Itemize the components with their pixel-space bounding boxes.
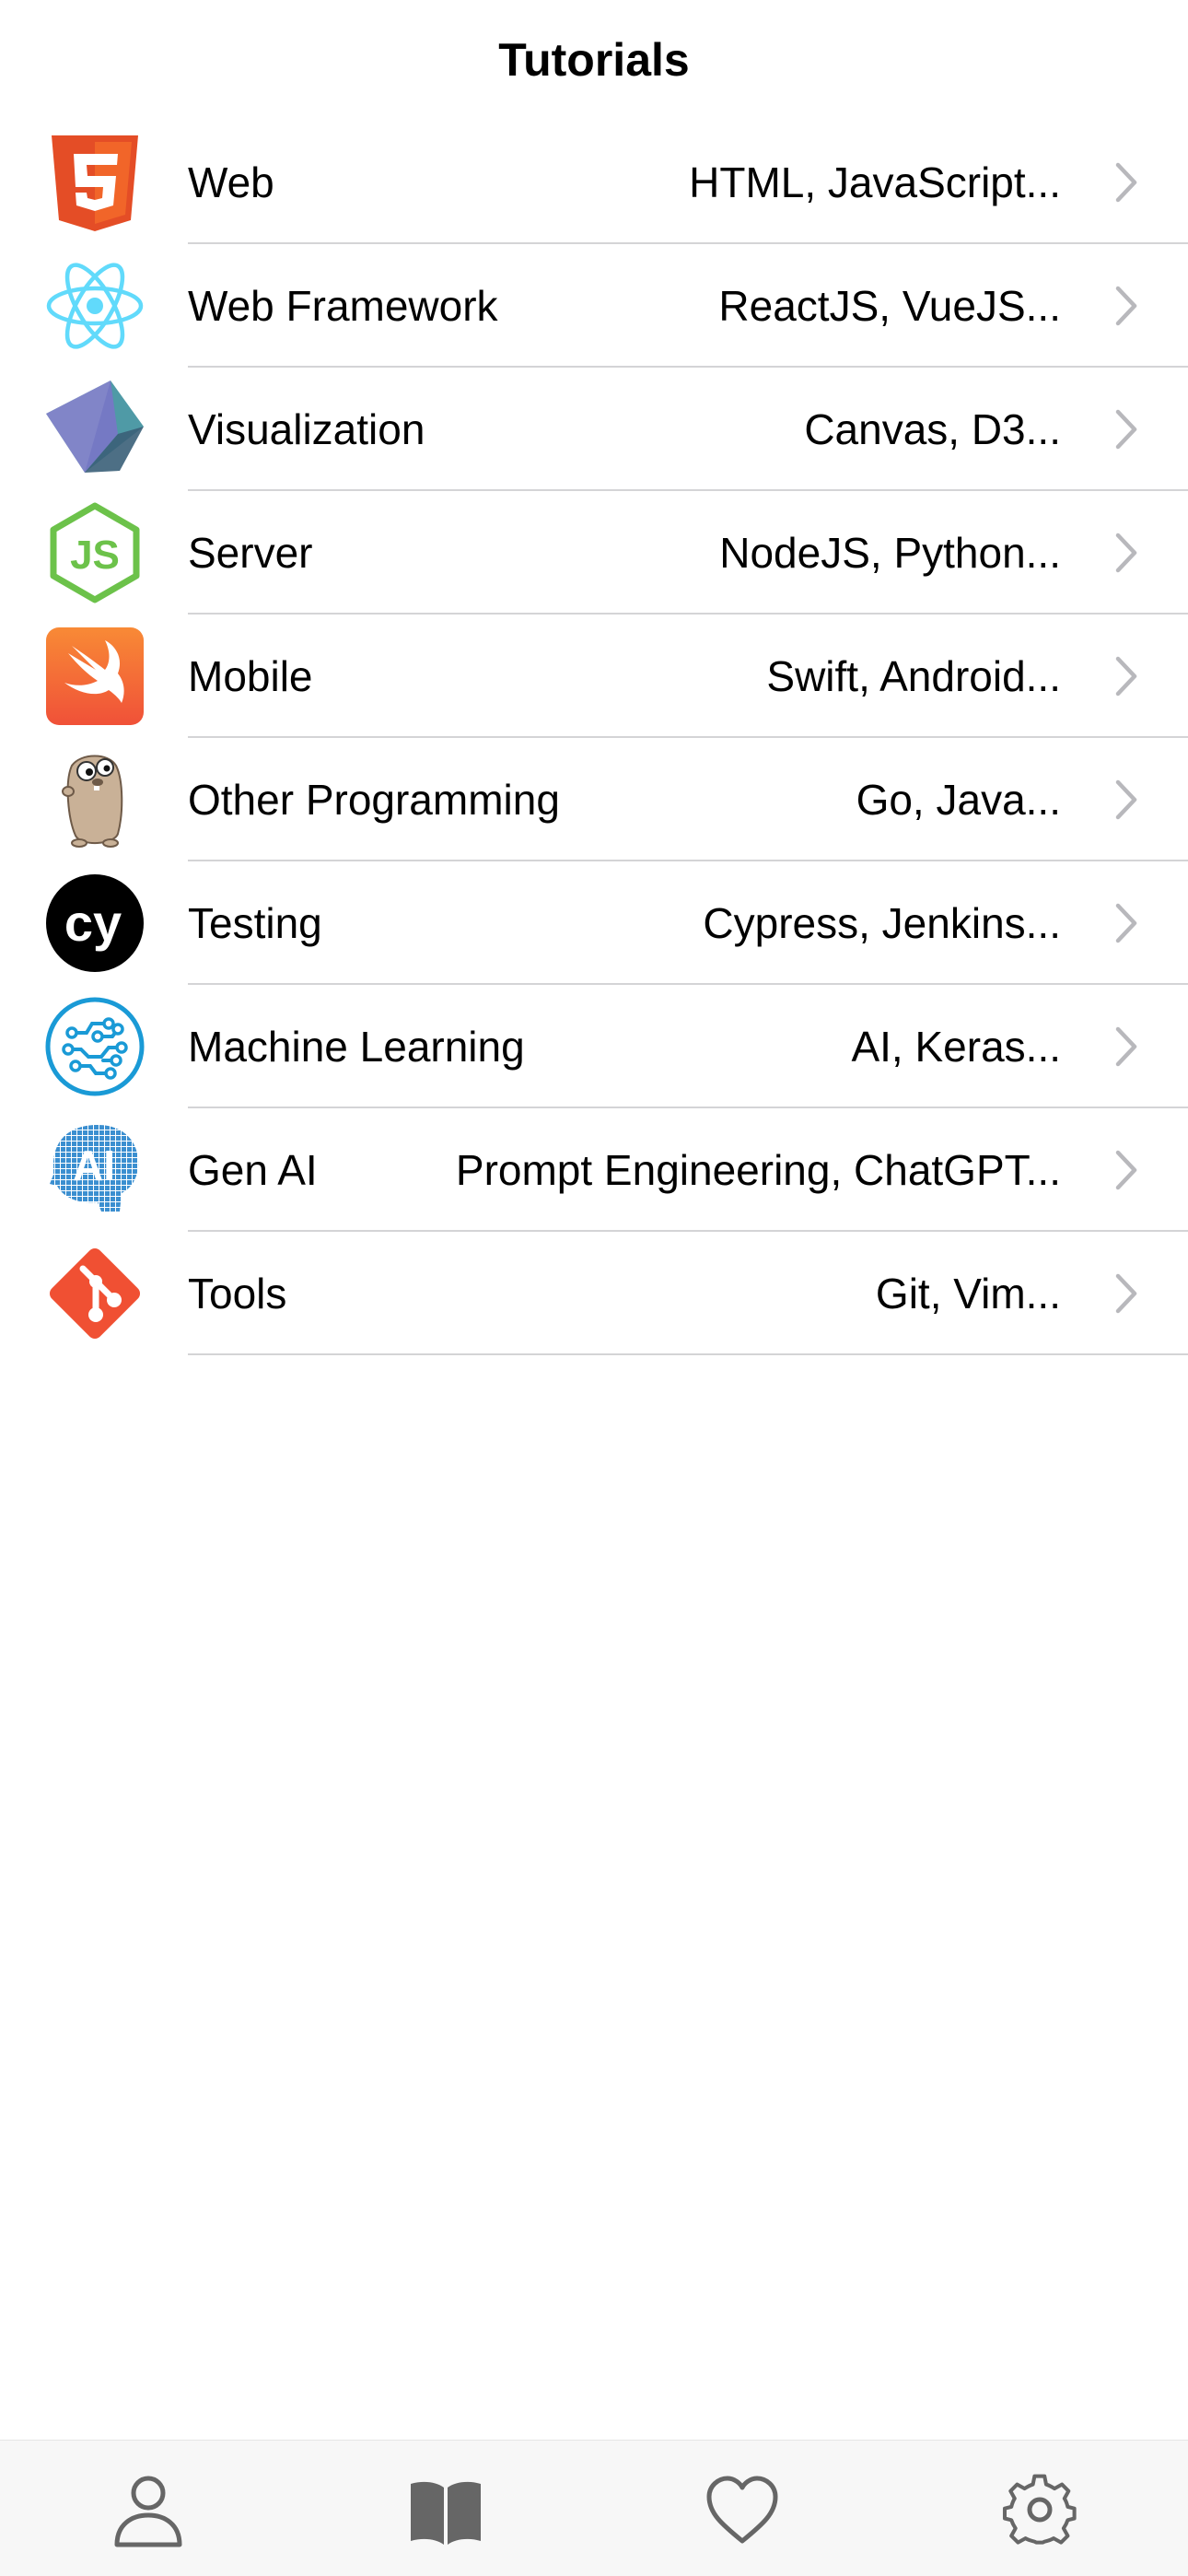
chevron-right-icon: [1115, 1026, 1137, 1067]
tab-settings[interactable]: [998, 2468, 1081, 2551]
list-item-detail: Swift, Android...: [766, 652, 1061, 700]
list-item-label: Web: [188, 158, 274, 206]
list-item-label: Server: [188, 529, 313, 577]
nodejs-icon: JS: [44, 502, 146, 603]
list-item-testing[interactable]: cy Testing Cypress, Jenkins...: [0, 861, 1188, 985]
list-item-server[interactable]: JS Server NodeJS, Python...: [0, 491, 1188, 615]
svg-text:AI: AI: [73, 1142, 115, 1189]
chevron-right-icon: [1115, 903, 1137, 943]
list-item-label: Web Framework: [188, 282, 498, 330]
list-item-gen-ai[interactable]: AI Gen AI Prompt Engineering, ChatGPT...: [0, 1108, 1188, 1232]
tab-bar: [0, 2440, 1188, 2576]
list-item-mobile[interactable]: Mobile Swift, Android...: [0, 615, 1188, 738]
machine-learning-circuit-icon: [44, 996, 146, 1097]
navigation-bar: Tutorials: [0, 0, 1188, 120]
git-icon: [44, 1243, 146, 1344]
chevron-right-icon: [1115, 409, 1137, 450]
chevron-right-icon: [1115, 533, 1137, 573]
visualization-prism-icon: [44, 379, 146, 480]
list-item-label: Gen AI: [188, 1146, 318, 1194]
list-item-label: Testing: [188, 899, 322, 947]
html5-icon: [44, 132, 146, 233]
go-gopher-icon: [44, 749, 146, 850]
list-item-machine-learning[interactable]: Machine Learning AI, Keras...: [0, 985, 1188, 1108]
list-item-label: Mobile: [188, 652, 313, 700]
chevron-right-icon: [1115, 656, 1137, 697]
heart-icon: [706, 2476, 778, 2544]
tab-profile[interactable]: [107, 2468, 190, 2551]
chevron-right-icon: [1115, 286, 1137, 326]
list-item-detail: NodeJS, Python...: [719, 529, 1061, 577]
list-item-web[interactable]: Web HTML, JavaScript...: [0, 121, 1188, 244]
gen-ai-head-icon: AI: [44, 1119, 146, 1221]
list-item-detail: Cypress, Jenkins...: [703, 899, 1061, 947]
cypress-icon: cy: [44, 872, 146, 974]
react-icon: [44, 255, 146, 357]
list-item-detail: ReactJS, VueJS...: [718, 282, 1061, 330]
book-icon: [411, 2481, 481, 2545]
list-item-visualization[interactable]: Visualization Canvas, D3...: [0, 368, 1188, 491]
list-item-tools[interactable]: Tools Git, Vim...: [0, 1232, 1188, 1355]
list-item-detail: HTML, JavaScript...: [689, 158, 1061, 206]
list-item-other-programming[interactable]: Other Programming Go, Java...: [0, 738, 1188, 861]
row-separator: [188, 1353, 1188, 1355]
list-item-label: Visualization: [188, 405, 425, 453]
svg-text:JS: JS: [70, 533, 120, 578]
page-title: Tutorials: [498, 34, 690, 86]
chevron-right-icon: [1115, 1150, 1137, 1190]
list-item-label: Other Programming: [188, 776, 560, 824]
tab-favorites[interactable]: [701, 2468, 784, 2551]
tutorials-screen: Tutorials Web HTML, JavaScript... Web Fr…: [0, 0, 1188, 2576]
list-item-label: Machine Learning: [188, 1023, 525, 1071]
svg-text:cy: cy: [64, 894, 122, 952]
list-item-detail: AI, Keras...: [851, 1023, 1061, 1071]
list-item-detail: Go, Java...: [856, 776, 1061, 824]
list-item-detail: Canvas, D3...: [804, 405, 1061, 453]
list-item-label: Tools: [188, 1270, 287, 1317]
list-item-detail: Prompt Engineering, ChatGPT...: [455, 1146, 1061, 1194]
chevron-right-icon: [1115, 1273, 1137, 1314]
list-item-detail: Git, Vim...: [875, 1270, 1061, 1317]
chevron-right-icon: [1115, 779, 1137, 820]
tab-tutorials[interactable]: [404, 2468, 487, 2551]
person-icon: [114, 2476, 182, 2547]
gear-icon: [1002, 2474, 1077, 2545]
swift-icon: [44, 626, 146, 727]
list-item-web-framework[interactable]: Web Framework ReactJS, VueJS...: [0, 244, 1188, 368]
tutorial-category-list: Web HTML, JavaScript... Web Framework Re…: [0, 121, 1188, 1355]
chevron-right-icon: [1115, 162, 1137, 203]
